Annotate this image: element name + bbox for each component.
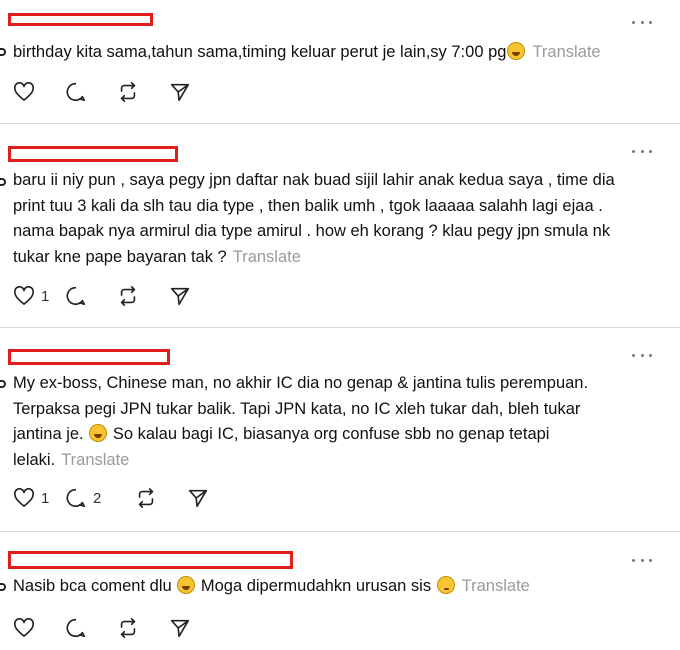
repost-button[interactable] bbox=[135, 487, 187, 509]
post-4: Nasib bca coment dlu Moga dipermudahkn u… bbox=[0, 532, 680, 650]
comment-button[interactable] bbox=[65, 617, 117, 639]
post-3: My ex-boss, Chinese man, no akhir IC dia… bbox=[0, 328, 680, 532]
post-line: baru ii niy pun , saya pegy jpn daftar n… bbox=[13, 171, 615, 189]
more-options-icon[interactable] bbox=[632, 18, 652, 26]
repost-button[interactable] bbox=[117, 617, 169, 639]
post-line: nama bapak nya armirul dia type amirul .… bbox=[13, 222, 611, 240]
heart-icon bbox=[14, 82, 34, 101]
like-count: 1 bbox=[41, 489, 50, 507]
comment-count: 2 bbox=[93, 489, 102, 507]
repost-icon bbox=[120, 618, 136, 638]
comment-icon bbox=[66, 82, 86, 102]
thread-line-icon bbox=[0, 380, 6, 388]
comment-icon bbox=[66, 618, 86, 638]
post-line: So kalau bagi IC, biasanya org confuse s… bbox=[112, 425, 550, 443]
neutral-face-emoji bbox=[436, 576, 455, 594]
post-body: birthday kita sama,tahun sama,timing kel… bbox=[13, 43, 507, 61]
redacted-username bbox=[8, 551, 293, 569]
post-actions: 1 2 bbox=[13, 486, 239, 510]
like-button[interactable]: 1 bbox=[13, 286, 65, 306]
redacted-username bbox=[8, 349, 170, 365]
translate-link[interactable]: Translate bbox=[462, 577, 530, 595]
repost-button[interactable] bbox=[117, 81, 169, 103]
thread-line-icon bbox=[0, 48, 6, 56]
rolling-laughing-emoji bbox=[507, 42, 526, 60]
post-text: baru ii niy pun , saya pegy jpn daftar n… bbox=[13, 168, 660, 270]
like-count: 1 bbox=[41, 287, 50, 305]
post-text: birthday kita sama,tahun sama,timing kel… bbox=[13, 40, 660, 66]
heart-icon bbox=[14, 488, 34, 507]
share-button[interactable] bbox=[187, 487, 239, 509]
more-options-icon[interactable] bbox=[632, 556, 652, 564]
comment-icon bbox=[66, 488, 86, 508]
repost-icon bbox=[138, 488, 154, 508]
post-2: baru ii niy pun , saya pegy jpn daftar n… bbox=[0, 124, 680, 328]
send-icon bbox=[170, 287, 190, 306]
share-button[interactable] bbox=[169, 285, 221, 307]
grinning-sweat-emoji bbox=[89, 424, 108, 442]
comment-icon bbox=[66, 286, 86, 306]
like-button[interactable]: 1 bbox=[13, 488, 65, 508]
thread-line-icon bbox=[0, 178, 6, 186]
post-actions: 1 bbox=[13, 284, 221, 308]
post-body: Nasib bca coment dlu bbox=[13, 577, 172, 595]
repost-icon bbox=[120, 286, 136, 306]
thread-line-icon bbox=[0, 583, 6, 591]
post-line: Terpaksa pegi JPN tukar balik. Tapi JPN … bbox=[13, 399, 581, 418]
comment-button[interactable]: 2 bbox=[65, 487, 135, 509]
translate-link[interactable]: Translate bbox=[532, 43, 600, 61]
post-text: Nasib bca coment dlu Moga dipermudahkn u… bbox=[13, 574, 660, 600]
like-button[interactable] bbox=[13, 618, 65, 638]
repost-icon bbox=[120, 82, 136, 102]
like-button[interactable] bbox=[13, 82, 65, 102]
translate-link[interactable]: Translate bbox=[233, 248, 301, 266]
more-options-icon[interactable] bbox=[632, 351, 652, 359]
post-line: My ex-boss, Chinese man, no akhir IC dia… bbox=[13, 374, 589, 392]
translate-link[interactable]: Translate bbox=[61, 451, 129, 469]
rolling-laughing-emoji bbox=[177, 576, 196, 594]
comment-button[interactable] bbox=[65, 285, 117, 307]
heart-icon bbox=[14, 286, 34, 305]
send-icon bbox=[188, 489, 208, 508]
post-1: birthday kita sama,tahun sama,timing kel… bbox=[0, 0, 680, 124]
post-body: Moga dipermudahkn urusan sis bbox=[200, 577, 432, 595]
repost-button[interactable] bbox=[117, 285, 169, 307]
post-actions bbox=[13, 616, 221, 640]
share-button[interactable] bbox=[169, 617, 221, 639]
redacted-username bbox=[8, 13, 153, 26]
redacted-username bbox=[8, 146, 178, 162]
heart-icon bbox=[14, 618, 34, 637]
post-line: lelaki. bbox=[13, 450, 56, 469]
post-line: print tuu 3 kali da slh tau dia type , t… bbox=[13, 196, 603, 215]
send-icon bbox=[170, 619, 190, 638]
share-button[interactable] bbox=[169, 81, 221, 103]
comment-button[interactable] bbox=[65, 81, 117, 103]
post-text: My ex-boss, Chinese man, no akhir IC dia… bbox=[13, 371, 660, 473]
post-actions bbox=[13, 80, 221, 104]
post-line: jantina je. bbox=[13, 425, 84, 443]
send-icon bbox=[170, 83, 190, 102]
post-line: tukar kne pape bayaran tak ? bbox=[13, 247, 227, 266]
more-options-icon[interactable] bbox=[632, 147, 652, 155]
